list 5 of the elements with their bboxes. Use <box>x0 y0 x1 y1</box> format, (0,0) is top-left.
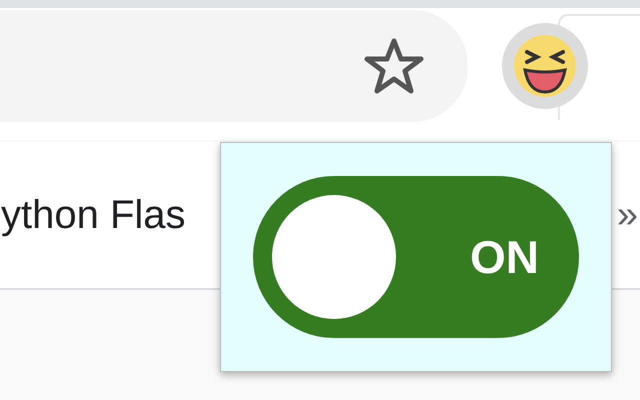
star-icon[interactable] <box>364 37 424 95</box>
bookmarks-overflow[interactable]: » <box>616 194 638 236</box>
bookmark-item[interactable]: ython Flas <box>1 192 186 238</box>
laughing-emoji-icon <box>513 34 577 98</box>
toggle-switch[interactable]: ON <box>253 176 579 338</box>
